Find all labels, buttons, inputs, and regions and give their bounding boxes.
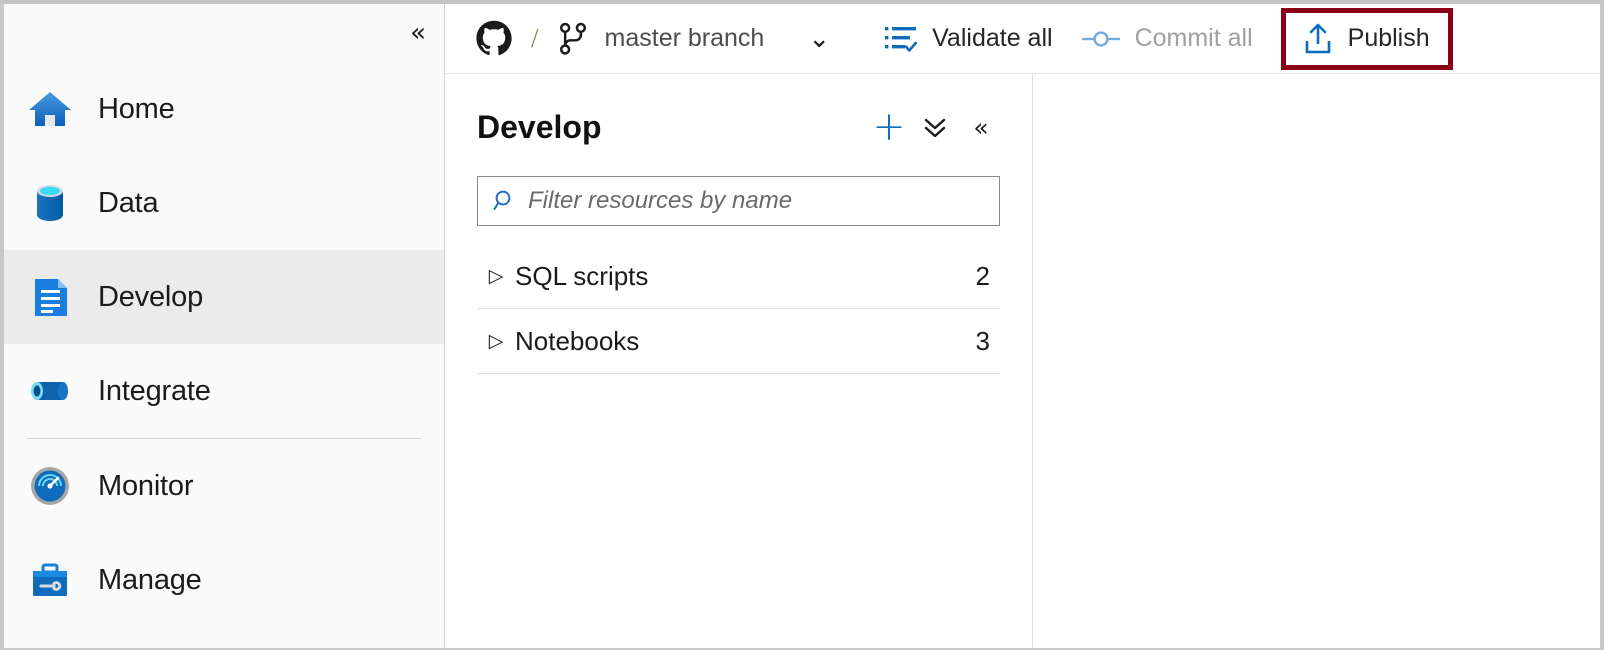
filter-resources-search[interactable]: [477, 176, 1000, 226]
tree-row-sql-scripts[interactable]: ▷ SQL scripts 2: [477, 244, 1000, 309]
application-window: « Home Data Develop Integrate Monitor Ma…: [0, 0, 1604, 650]
source-control-toolbar: / master branch ⌄ Validate all Commit al…: [445, 4, 1600, 74]
publish-upload-icon: [1302, 22, 1334, 56]
home-icon: [26, 85, 74, 133]
develop-panel: Develop + « Filter resources by name ▷ S…: [445, 74, 1033, 648]
git-commit-icon: [1081, 27, 1121, 51]
github-icon[interactable]: [475, 20, 513, 58]
sidebar-item-monitor[interactable]: Monitor: [4, 439, 444, 533]
database-icon: [26, 179, 74, 227]
tree-item-label: SQL scripts: [515, 260, 649, 291]
tree-item-count: 2: [975, 260, 990, 291]
sidebar-item-label: Develop: [98, 280, 203, 313]
chevron-double-down-icon[interactable]: [912, 104, 958, 150]
chevron-down-icon[interactable]: ⌄: [808, 26, 830, 52]
sidebar-item-label: Integrate: [98, 374, 211, 407]
tree-item-label: Notebooks: [515, 325, 640, 356]
editor-content-area: [1033, 74, 1600, 648]
sidebar-item-develop[interactable]: Develop: [4, 250, 444, 344]
sidebar-item-label: Monitor: [98, 469, 194, 502]
pipeline-icon: [26, 367, 74, 415]
chevron-double-left-icon[interactable]: «: [958, 104, 1004, 150]
commit-all-label: Commit all: [1134, 24, 1253, 52]
validate-all-button[interactable]: Validate all: [870, 12, 1066, 66]
publish-button[interactable]: Publish: [1280, 7, 1453, 70]
commit-all-button[interactable]: Commit all: [1067, 12, 1267, 66]
tree-item-count: 3: [975, 325, 990, 356]
chevron-double-left-icon[interactable]: «: [410, 20, 426, 46]
resource-tree: ▷ SQL scripts 2 ▷ Notebooks 3: [477, 244, 1000, 374]
gauge-icon: [26, 462, 74, 510]
sidebar-item-label: Home: [98, 92, 175, 125]
sidebar-item-data[interactable]: Data: [4, 156, 444, 250]
left-navigation-sidebar: « Home Data Develop Integrate Monitor Ma…: [4, 4, 445, 648]
publish-label: Publish: [1347, 24, 1430, 52]
page-title: Develop: [477, 108, 602, 145]
sidebar-item-home[interactable]: Home: [4, 62, 444, 156]
search-input[interactable]: [528, 187, 999, 215]
plus-icon[interactable]: +: [866, 104, 912, 150]
git-branch-icon: [557, 22, 589, 56]
search-icon: [492, 188, 518, 214]
validate-list-check-icon: [884, 24, 918, 54]
sidebar-item-label: Manage: [98, 563, 202, 596]
chevron-right-icon[interactable]: ▷: [477, 330, 515, 352]
sidebar-item-manage[interactable]: Manage: [4, 533, 444, 627]
tree-row-notebooks[interactable]: ▷ Notebooks 3: [477, 309, 1000, 374]
branch-name-label[interactable]: master branch: [605, 24, 765, 53]
panel-row: Develop + « Filter resources by name ▷ S…: [445, 74, 1600, 648]
sidebar-collapse-row: «: [4, 4, 444, 62]
chevron-right-icon[interactable]: ▷: [477, 265, 515, 287]
sidebar-item-integrate[interactable]: Integrate: [4, 344, 444, 438]
develop-panel-header: Develop + «: [445, 96, 1032, 158]
validate-all-label: Validate all: [932, 24, 1053, 52]
app-layout: « Home Data Develop Integrate Monitor Ma…: [4, 4, 1600, 648]
breadcrumb-separator: /: [531, 23, 539, 53]
document-icon: [26, 273, 74, 321]
toolbox-icon: [26, 556, 74, 604]
main-area: / master branch ⌄ Validate all Commit al…: [445, 4, 1600, 648]
sidebar-item-label: Data: [98, 186, 159, 219]
